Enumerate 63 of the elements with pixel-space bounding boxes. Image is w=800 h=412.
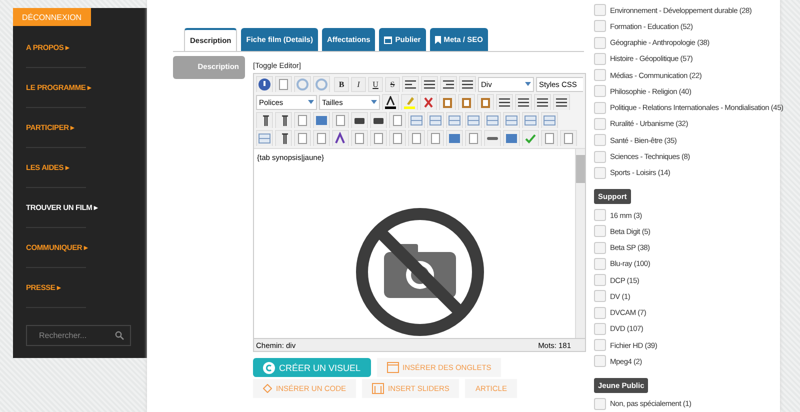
calendar-icon — [384, 36, 392, 44]
table-icon[interactable] — [446, 112, 463, 128]
checkbox[interactable] — [594, 322, 606, 335]
bookmark-icon — [434, 36, 441, 44]
checkbox[interactable] — [594, 225, 606, 238]
checkbox[interactable] — [594, 134, 606, 146]
paragraph-icon[interactable] — [275, 130, 292, 146]
search-icon — [115, 331, 124, 340]
checkbox[interactable] — [594, 4, 606, 16]
checkbox[interactable] — [594, 20, 606, 32]
document-icon[interactable] — [313, 130, 330, 146]
bold-button[interactable]: B — [334, 76, 349, 92]
checkbox[interactable] — [594, 85, 606, 98]
document-icon[interactable] — [408, 130, 425, 146]
diamond-icon — [263, 384, 272, 393]
checkbox[interactable] — [594, 242, 606, 254]
search-input[interactable]: Rechercher... — [37, 330, 115, 341]
list-icon[interactable] — [534, 94, 551, 110]
highlight-color-icon[interactable] — [401, 94, 418, 110]
checkbox[interactable] — [594, 398, 606, 410]
checkbox[interactable] — [594, 52, 606, 65]
strikethrough-button[interactable]: S — [385, 76, 400, 92]
checkbox[interactable] — [594, 355, 606, 368]
search-field[interactable]: Rechercher... — [26, 325, 131, 346]
table-icon[interactable] — [465, 112, 482, 128]
box-icon[interactable] — [541, 130, 558, 146]
slides-icon — [372, 383, 384, 394]
checkbox[interactable] — [594, 118, 606, 130]
align-left-icon[interactable] — [402, 76, 419, 92]
checkbox[interactable] — [594, 166, 606, 179]
document-icon[interactable] — [465, 130, 482, 146]
indent-icon[interactable] — [515, 94, 532, 110]
underline-button[interactable]: U — [368, 76, 383, 92]
c-icon — [263, 362, 275, 374]
paragraph-icon[interactable] — [256, 112, 273, 128]
checkbox[interactable] — [594, 290, 606, 302]
checkbox[interactable] — [594, 36, 606, 49]
checkbox[interactable] — [594, 306, 606, 319]
align-center-icon[interactable] — [421, 76, 438, 92]
checkbox[interactable] — [594, 274, 606, 286]
text-color-icon[interactable] — [382, 94, 399, 110]
indent-icon[interactable] — [496, 94, 513, 110]
checkbox[interactable] — [594, 69, 606, 82]
italic-button[interactable]: I — [351, 76, 366, 92]
justify-icon[interactable] — [459, 76, 476, 92]
document-icon[interactable] — [275, 76, 292, 92]
checkbox[interactable] — [594, 258, 606, 270]
help-icon[interactable] — [256, 76, 273, 92]
check-icon[interactable] — [522, 130, 539, 146]
checkbox[interactable] — [594, 102, 606, 114]
table-icon[interactable] — [427, 112, 444, 128]
font-icon[interactable] — [332, 130, 349, 146]
window-icon — [386, 362, 399, 373]
checkbox[interactable] — [594, 209, 606, 222]
list-icon[interactable] — [553, 94, 570, 110]
paragraph-icon[interactable] — [275, 112, 292, 128]
box-icon[interactable] — [560, 130, 577, 146]
align-right-icon[interactable] — [440, 76, 457, 92]
table-icon[interactable] — [408, 112, 425, 128]
checkbox[interactable] — [594, 150, 606, 163]
checkbox[interactable] — [594, 339, 606, 352]
document-icon[interactable] — [427, 130, 444, 146]
scrollbar[interactable] — [575, 149, 585, 338]
